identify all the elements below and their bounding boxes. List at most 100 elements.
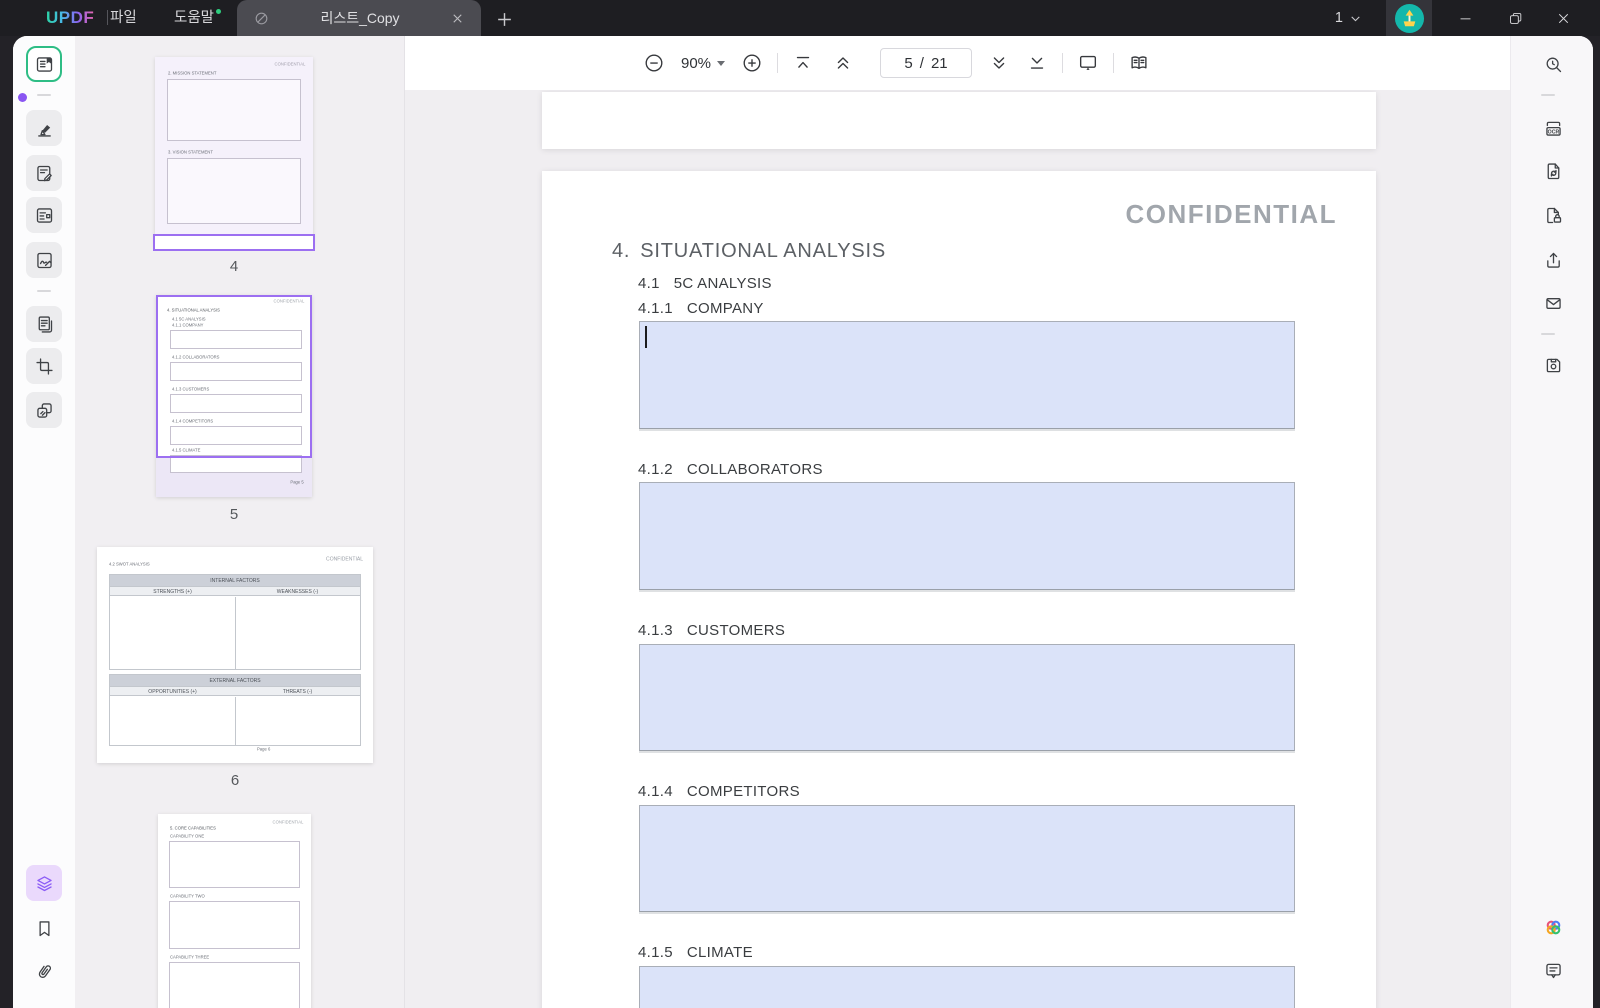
page-5: CONFIDENTIAL 4. SITUATIONAL ANALYSIS 4.1… — [542, 171, 1376, 1008]
updf-logo: UPDF — [46, 8, 95, 27]
section-4-1-5: 4.1.5 CLIMATE — [638, 944, 753, 961]
section-heading: 4. SITUATIONAL ANALYSIS — [612, 240, 886, 262]
crop-icon — [35, 357, 53, 375]
convert-icon — [1547, 162, 1559, 179]
close-tab-icon[interactable] — [450, 11, 465, 26]
bookmarks-button[interactable] — [26, 910, 62, 946]
reader-mode-button[interactable] — [26, 46, 62, 82]
sign-tool-button[interactable] — [26, 242, 62, 278]
help-notification-dot — [216, 9, 222, 14]
toolbar-divider — [1062, 53, 1064, 73]
zoom-level[interactable]: 90% — [681, 55, 711, 72]
zoom-out-icon[interactable] — [643, 52, 665, 74]
watermark-icon — [36, 402, 52, 418]
next-page-icon[interactable] — [988, 52, 1010, 74]
account-avatar[interactable] — [1386, 0, 1432, 36]
document-viewport: 90% 5 / 21 CONFIDENTIAL 4. SITUATIONAL A… — [405, 36, 1510, 1008]
convert-button[interactable] — [1535, 153, 1571, 189]
thumb-box — [169, 962, 300, 1008]
confidential-watermark: CONFIDENTIAL — [1125, 199, 1337, 229]
thumbnail-panel: CONFIDENTIAL 2. MISSION STATEMENT 3. VIS… — [75, 36, 405, 1008]
zoom-dropdown-caret[interactable] — [717, 60, 726, 66]
ai-assistant-icon — [1546, 920, 1560, 934]
save-button[interactable] — [1535, 347, 1571, 383]
minimize-button[interactable] — [1446, 0, 1484, 36]
zoom-in-icon[interactable] — [741, 52, 763, 74]
feedback-icon — [1545, 963, 1561, 978]
share-button[interactable] — [1535, 242, 1571, 278]
section-4-1-1: 4.1.1 COMPANY — [638, 300, 764, 317]
restore-button[interactable] — [1496, 0, 1534, 36]
mail-icon — [1545, 297, 1561, 309]
toolbar-divider — [1113, 53, 1115, 73]
slash-circle-icon — [255, 12, 268, 24]
new-tab-button[interactable] — [492, 7, 516, 31]
ai-assistant-button[interactable] — [1535, 909, 1571, 945]
form-icon — [36, 207, 52, 223]
crop-tool-button[interactable] — [26, 348, 62, 384]
ocr-button[interactable]: OCR — [1535, 110, 1571, 146]
thumb-label: 3. VISION STATEMENT — [168, 150, 213, 155]
highlighter-icon — [37, 124, 51, 137]
form-field-competitors[interactable] — [639, 805, 1295, 912]
text-cursor — [645, 326, 647, 348]
thumbnail-panel-button[interactable] — [26, 865, 62, 901]
document-area[interactable]: CONFIDENTIAL 4. SITUATIONAL ANALYSIS 4.1… — [405, 90, 1510, 1008]
viewport-indicator[interactable] — [156, 295, 312, 458]
thumb-label: 2. MISSION STATEMENT — [168, 71, 217, 76]
rail-divider — [37, 94, 51, 96]
mail-button[interactable] — [1535, 285, 1571, 321]
bookmark-icon — [38, 920, 50, 936]
previous-page-icon[interactable] — [832, 52, 854, 74]
organize-pages-button[interactable] — [26, 306, 62, 342]
titlebar: UPDF 파일 도움말 리스트_Copy 1 — [0, 0, 1600, 36]
thumb-confidential: CONFIDENTIAL — [272, 820, 303, 825]
menu-help[interactable]: 도움말 — [162, 0, 226, 36]
section-4-1-4: 4.1.4 COMPETITORS — [638, 783, 800, 800]
attachments-button[interactable] — [26, 953, 62, 989]
thumb-table-header: EXTERNAL FACTORS — [209, 677, 261, 684]
form-field-company[interactable] — [639, 321, 1295, 429]
last-page-icon[interactable] — [1026, 52, 1048, 74]
protect-button[interactable] — [1535, 197, 1571, 233]
toolbar-divider — [777, 53, 779, 73]
swot-internal-table: INTERNAL FACTORS STRENGTHS (+) WEAKNESSE… — [109, 574, 361, 670]
thumbnail-page-5[interactable]: CONFIDENTIAL 4. SITUATIONAL ANALYSIS 4.1… — [156, 295, 312, 497]
comment-tool-button[interactable] — [26, 110, 62, 146]
thumb-label: CAPABILITY ONE — [170, 834, 205, 839]
menu-file[interactable]: 파일 — [98, 0, 149, 36]
thumb-label: CAPABILITY THREE — [170, 955, 210, 960]
swot-external-table: EXTERNAL FACTORS OPPORTUNITIES (+) THREA… — [109, 674, 361, 746]
current-page: 5 — [904, 54, 913, 72]
thumbnail-page-6[interactable]: CONFIDENTIAL 4.2 SWOT ANALYSIS INTERNAL … — [97, 547, 373, 763]
close-window-button[interactable] — [1544, 0, 1582, 36]
thumb-table-header: STRENGTHS (+) — [153, 588, 192, 595]
form-field-climate[interactable] — [639, 966, 1295, 1008]
thumb-footer: Page 6 — [257, 747, 271, 752]
viewport-indicator[interactable] — [153, 234, 315, 251]
ocr-icon: OCR — [1545, 121, 1561, 136]
page-number-input[interactable]: 5 / 21 — [880, 48, 973, 78]
thumbnail-page-4[interactable]: CONFIDENTIAL 2. MISSION STATEMENT 3. VIS… — [153, 57, 315, 251]
form-field-customers[interactable] — [639, 644, 1295, 751]
edit-pdf-button[interactable] — [26, 155, 62, 191]
first-page-icon[interactable] — [792, 52, 814, 74]
thumb-confidential: CONFIDENTIAL — [274, 62, 305, 67]
feedback-button[interactable] — [1535, 952, 1571, 988]
watermark-tool-button[interactable] — [26, 392, 62, 428]
share-icon — [1546, 252, 1560, 268]
layers-icon — [36, 875, 52, 891]
thumb-table-header: OPPORTUNITIES (+) — [148, 688, 197, 695]
reading-mode-icon[interactable] — [1128, 52, 1150, 74]
window-count-dropdown[interactable]: 1 — [1335, 0, 1362, 36]
presentation-icon[interactable] — [1077, 52, 1099, 74]
thumb-box — [167, 79, 301, 141]
document-tab[interactable]: 리스트_Copy — [237, 0, 481, 36]
app-window: CONFIDENTIAL 2. MISSION STATEMENT 3. VIS… — [13, 36, 1593, 1008]
form-tool-button[interactable] — [26, 197, 62, 233]
form-field-collaborators[interactable] — [639, 482, 1295, 590]
rail-divider — [1541, 94, 1555, 96]
search-button[interactable] — [1535, 46, 1571, 82]
thumbnail-page-7[interactable]: CONFIDENTIAL 5. CORE CAPABILITIES CAPABI… — [158, 814, 311, 1008]
rail-divider — [37, 290, 51, 292]
